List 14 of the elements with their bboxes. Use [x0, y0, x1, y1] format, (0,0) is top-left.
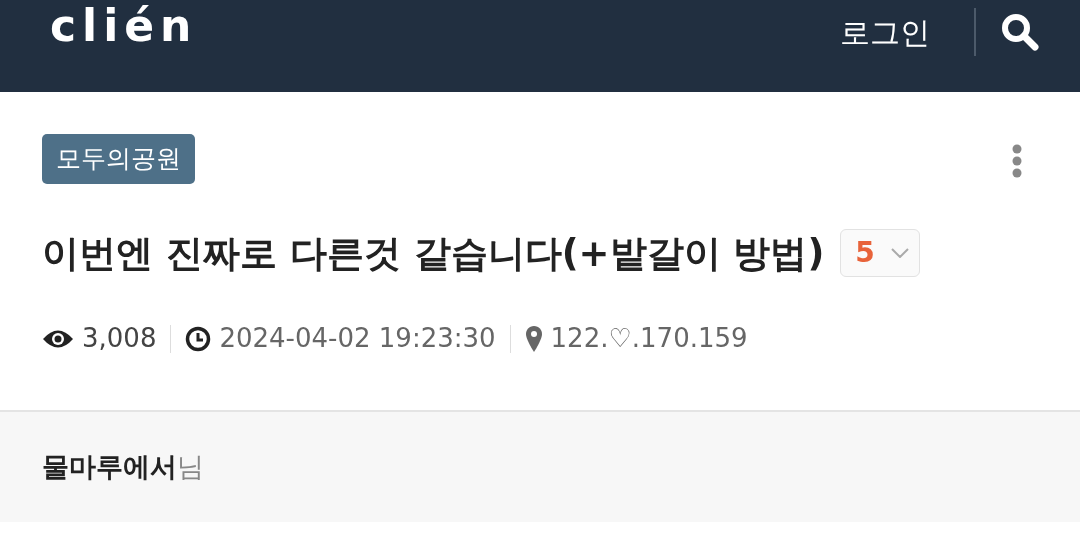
post-title: 이번엔 진짜로 다른것 같습니다(+밭갈이 방법) — [42, 230, 825, 277]
chevron-down-icon — [890, 248, 909, 259]
author-suffix: 님 — [177, 449, 204, 484]
more-options-icon[interactable] — [1012, 144, 1022, 178]
board-tag[interactable]: 모두의공원 — [42, 134, 195, 184]
search-icon[interactable] — [1000, 12, 1040, 52]
post-time: 2024-04-02 19:23:30 — [219, 322, 496, 355]
author-name[interactable]: 물마루에서 — [42, 446, 177, 488]
clock-icon — [185, 325, 212, 352]
ip-address: 122.♡.170.159 — [550, 322, 748, 355]
view-count: 3,008 — [82, 322, 157, 355]
login-link[interactable]: 로그인 — [840, 9, 930, 55]
logo[interactable]: clién — [50, 2, 198, 51]
location-pin-icon — [524, 324, 543, 353]
